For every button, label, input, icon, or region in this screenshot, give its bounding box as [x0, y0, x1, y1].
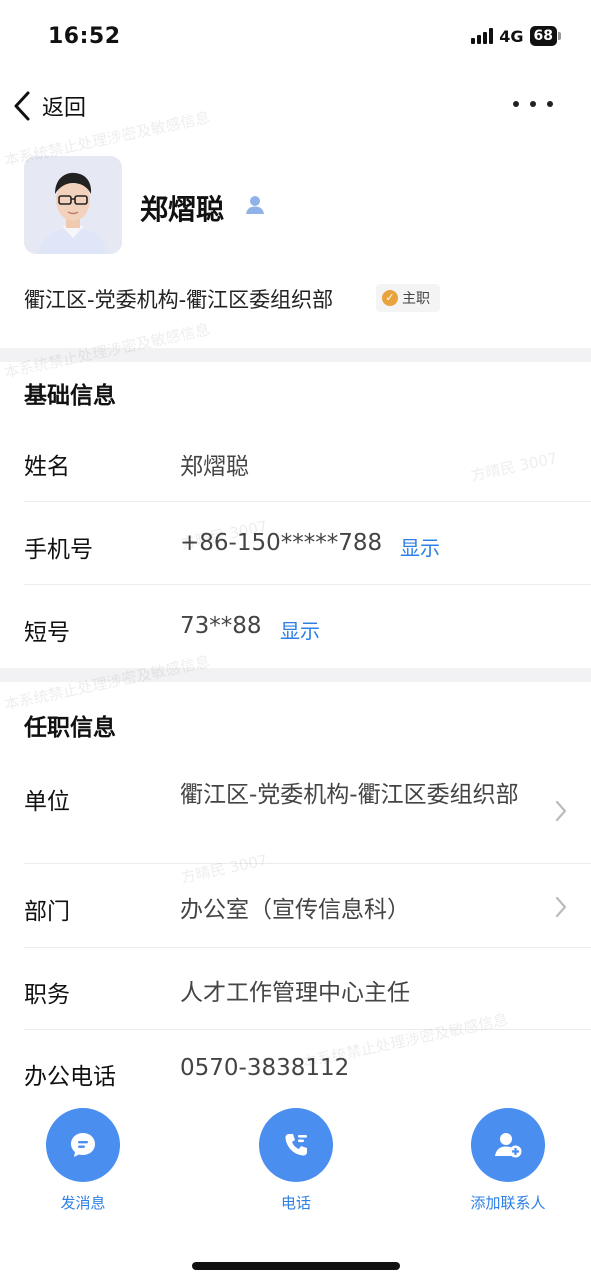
- name-row: 姓名 郑熠聪: [0, 420, 591, 502]
- person-icon: [246, 196, 264, 214]
- send-message-button[interactable]: 发消息: [23, 1108, 143, 1213]
- network-type: 4G: [499, 26, 524, 46]
- department-value: 办公室（宣传信息科）: [180, 897, 410, 923]
- phone-show-link[interactable]: 显示: [400, 532, 440, 561]
- battery-level: 68: [529, 26, 557, 46]
- short-number-value: 73**88: [180, 613, 262, 639]
- department-label: 部门: [24, 899, 70, 925]
- office-phone-row: 办公电话 0570-3838112: [0, 1030, 591, 1108]
- phone-label: 手机号: [24, 537, 93, 563]
- unit-value: 衢江区-党委机构-衢江区委组织部: [180, 782, 519, 808]
- phone-value: +86-150*****788: [180, 530, 383, 556]
- position-row: 职务 人才工作管理中心主任: [0, 948, 591, 1030]
- back-label: 返回: [42, 96, 87, 121]
- short-number-row: 短号 73**88 显示: [0, 585, 591, 668]
- name-value: 郑熠聪: [180, 454, 249, 480]
- status-bar: 16:52 4G 68: [0, 0, 591, 76]
- position-label: 职务: [24, 982, 70, 1008]
- office-phone-value: 0570-3838112: [180, 1055, 350, 1081]
- name-label: 姓名: [24, 454, 70, 480]
- job-info-section: 任职信息 单位 衢江区-党委机构-衢江区委组织部 部门 办公室（宣传信息科） 职…: [0, 682, 591, 1108]
- more-icon[interactable]: [513, 90, 553, 118]
- nav-bar: 返回: [0, 76, 591, 136]
- battery-icon: 68: [529, 26, 561, 46]
- basic-info-section: 基础信息 姓名 郑熠聪 手机号 +86-150*****788 显示 短号 73…: [0, 362, 591, 668]
- status-indicators: 4G 68: [471, 26, 561, 46]
- call-label: 电话: [280, 1194, 311, 1212]
- avatar[interactable]: [24, 156, 122, 254]
- phone-row: 手机号 +86-150*****788 显示: [0, 502, 591, 585]
- section-title-job: 任职信息: [24, 715, 116, 741]
- org-path: 衢江区-党委机构-衢江区委组织部: [24, 288, 334, 312]
- short-number-label: 短号: [24, 620, 70, 646]
- office-phone-label: 办公电话: [24, 1064, 116, 1090]
- unit-row[interactable]: 单位 衢江区-党委机构-衢江区委组织部: [0, 754, 591, 864]
- home-indicator[interactable]: [192, 1262, 400, 1270]
- main-position-badge: ✓ 主职: [376, 284, 440, 312]
- signal-icon: [471, 28, 494, 44]
- person-name: 郑熠聪: [140, 193, 225, 226]
- message-icon: [71, 1133, 95, 1157]
- add-contact-label: 添加联系人: [470, 1194, 546, 1212]
- add-contact-icon: [495, 1133, 522, 1158]
- status-time: 16:52: [48, 24, 121, 49]
- short-number-show-link[interactable]: 显示: [280, 615, 320, 644]
- bottom-action-bar: 发消息 电话 添加联系人: [0, 1108, 591, 1280]
- unit-label: 单位: [24, 789, 70, 815]
- chevron-right-icon: [555, 896, 567, 918]
- section-title-basic: 基础信息: [24, 383, 116, 409]
- verified-badge-icon: ✓: [382, 290, 398, 306]
- profile-card: 郑熠聪 衢江区-党委机构-衢江区委组织部 ✓ 主职: [0, 136, 591, 348]
- main-badge-label: 主职: [402, 291, 430, 307]
- back-chevron-icon: [14, 91, 30, 121]
- add-contact-button[interactable]: 添加联系人: [448, 1108, 568, 1213]
- call-button[interactable]: 电话: [236, 1108, 356, 1213]
- back-button[interactable]: 返回: [12, 86, 86, 126]
- department-row[interactable]: 部门 办公室（宣传信息科）: [0, 864, 591, 948]
- position-value: 人才工作管理中心主任: [180, 980, 410, 1006]
- send-message-label: 发消息: [60, 1194, 106, 1212]
- phone-icon: [285, 1134, 307, 1156]
- chevron-right-icon: [555, 800, 567, 822]
